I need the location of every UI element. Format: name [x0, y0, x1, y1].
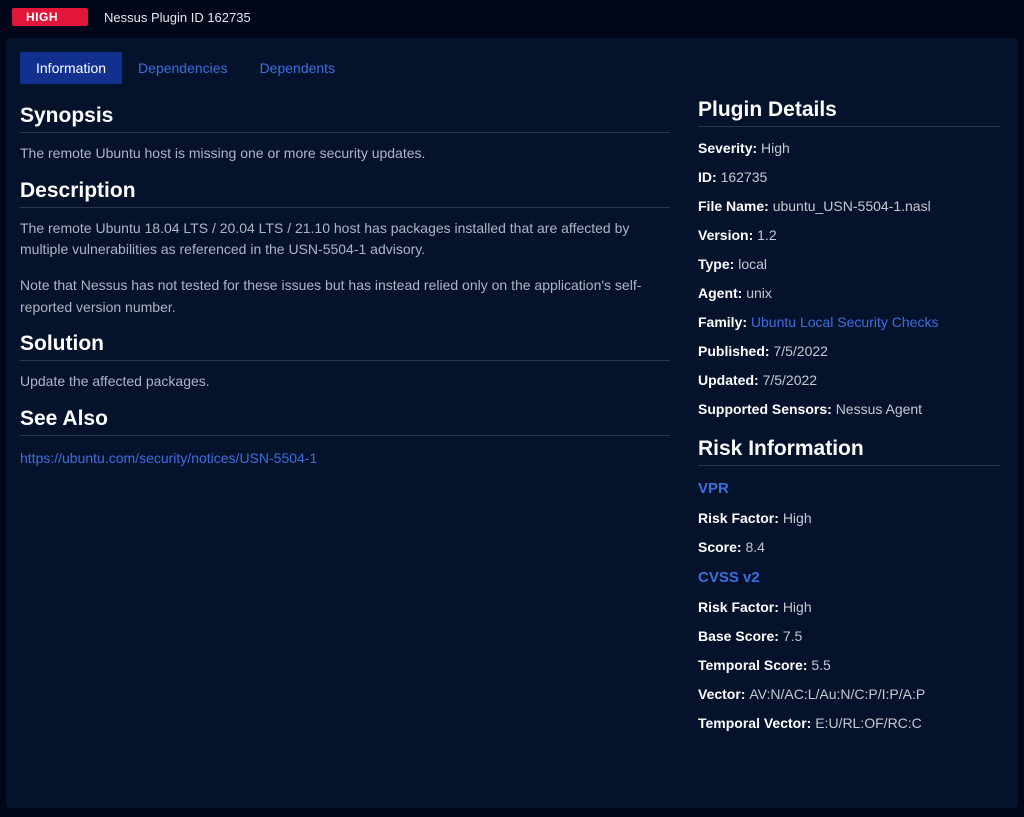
detail-key: Updated: — [698, 372, 763, 388]
cvss2-key: Risk Factor: — [698, 599, 783, 615]
severity-badge: HIGH — [12, 8, 88, 26]
cvss2-value: 5.5 — [811, 657, 830, 673]
tab-information[interactable]: Information — [20, 52, 122, 84]
cvss2-value: High — [783, 599, 812, 615]
cvss2-key: Vector: — [698, 686, 749, 702]
detail-value: 7/5/2022 — [773, 343, 828, 359]
detail-key: Severity: — [698, 140, 761, 156]
cvss2-key: Base Score: — [698, 628, 783, 644]
description-text-2: Note that Nessus has not tested for thes… — [20, 275, 670, 318]
detail-row: Updated: 7/5/2022 — [698, 372, 1000, 388]
detail-row: File Name: ubuntu_USN-5504-1.nasl — [698, 198, 1000, 214]
see-also-heading: See Also — [20, 407, 670, 436]
main-column: Synopsis The remote Ubuntu host is missi… — [20, 98, 670, 744]
detail-key: Family: — [698, 314, 751, 330]
cvss2-value: E:U/RL:OF/RC:C — [815, 715, 922, 731]
synopsis-heading: Synopsis — [20, 104, 670, 133]
detail-key: Version: — [698, 227, 757, 243]
detail-value: 7/5/2022 — [763, 372, 818, 388]
top-bar: HIGH Nessus Plugin ID 162735 — [0, 0, 1024, 32]
cvss2-value: AV:N/AC:L/Au:N/C:P/I:P/A:P — [749, 686, 925, 702]
description-heading: Description — [20, 179, 670, 208]
detail-key: Published: — [698, 343, 773, 359]
detail-row: Temporal Score: 5.5 — [698, 657, 1000, 673]
detail-value: High — [761, 140, 790, 156]
tab-bar: Information Dependencies Dependents — [6, 38, 1018, 84]
detail-value: Nessus Agent — [836, 401, 922, 417]
detail-row: Severity: High — [698, 140, 1000, 156]
content-panel: Information Dependencies Dependents Syno… — [6, 38, 1018, 808]
vpr-heading[interactable]: VPR — [698, 480, 1000, 497]
detail-row: Base Score: 7.5 — [698, 628, 1000, 644]
detail-value: unix — [746, 285, 772, 301]
detail-key: ID: — [698, 169, 721, 185]
detail-value-link[interactable]: Ubuntu Local Security Checks — [751, 314, 939, 330]
see-also-link[interactable]: https://ubuntu.com/security/notices/USN-… — [20, 450, 317, 466]
detail-row: Vector: AV:N/AC:L/Au:N/C:P/I:P/A:P — [698, 686, 1000, 702]
detail-value: 162735 — [721, 169, 768, 185]
description-text-1: The remote Ubuntu 18.04 LTS / 20.04 LTS … — [20, 218, 670, 261]
plugin-id-label: Nessus Plugin ID 162735 — [104, 10, 251, 25]
vpr-value: High — [783, 510, 812, 526]
vpr-value: 8.4 — [745, 539, 764, 555]
cvss2-value: 7.5 — [783, 628, 802, 644]
tab-dependents[interactable]: Dependents — [244, 52, 352, 84]
vpr-key: Score: — [698, 539, 745, 555]
cvss2-key: Temporal Vector: — [698, 715, 815, 731]
solution-text: Update the affected packages. — [20, 371, 670, 393]
risk-information-heading: Risk Information — [698, 437, 1000, 466]
detail-row: Risk Factor: High — [698, 510, 1000, 526]
cvss-v2-heading[interactable]: CVSS v2 — [698, 569, 1000, 586]
tab-dependencies[interactable]: Dependencies — [122, 52, 244, 84]
detail-row: Family: Ubuntu Local Security Checks — [698, 314, 1000, 330]
detail-row: Type: local — [698, 256, 1000, 272]
vpr-key: Risk Factor: — [698, 510, 783, 526]
detail-row: Version: 1.2 — [698, 227, 1000, 243]
cvss2-key: Temporal Score: — [698, 657, 811, 673]
detail-key: File Name: — [698, 198, 773, 214]
detail-key: Type: — [698, 256, 738, 272]
detail-value: local — [738, 256, 767, 272]
detail-row: ID: 162735 — [698, 169, 1000, 185]
detail-row: Published: 7/5/2022 — [698, 343, 1000, 359]
detail-row: Agent: unix — [698, 285, 1000, 301]
detail-key: Supported Sensors: — [698, 401, 836, 417]
detail-row: Score: 8.4 — [698, 539, 1000, 555]
solution-heading: Solution — [20, 332, 670, 361]
detail-key: Agent: — [698, 285, 746, 301]
detail-row: Supported Sensors: Nessus Agent — [698, 401, 1000, 417]
detail-row: Risk Factor: High — [698, 599, 1000, 615]
synopsis-text: The remote Ubuntu host is missing one or… — [20, 143, 670, 165]
detail-value: 1.2 — [757, 227, 776, 243]
side-column: Plugin Details Severity: High ID: 162735 F… — [698, 98, 1000, 744]
detail-value: ubuntu_USN-5504-1.nasl — [773, 198, 931, 214]
detail-row: Temporal Vector: E:U/RL:OF/RC:C — [698, 715, 1000, 731]
plugin-details-heading: Plugin Details — [698, 98, 1000, 127]
